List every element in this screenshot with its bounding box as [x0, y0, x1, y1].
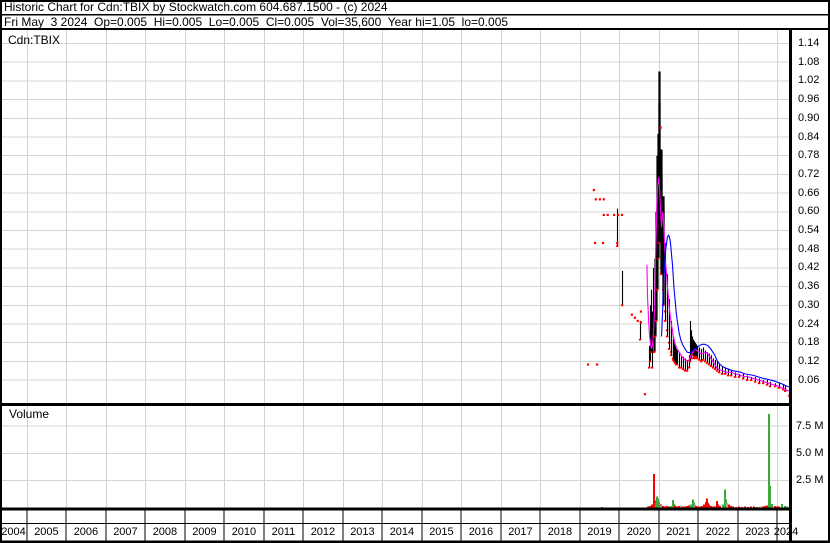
- gridlines: [2, 30, 789, 507]
- price-tick-label: 1.02: [798, 74, 820, 87]
- price-tick-label: 0.12: [798, 354, 820, 367]
- year-label: 2021: [666, 526, 691, 538]
- symbol-label: Cdn:TBIX: [8, 33, 61, 47]
- price-tick-label: 0.18: [798, 336, 820, 349]
- chart-canvas: [0, 0, 830, 543]
- price-tick-label: 1.14: [798, 37, 820, 49]
- year-label: 2011: [271, 526, 296, 538]
- year-label: 2016: [468, 526, 494, 538]
- price-tick-label: 0.06: [798, 373, 820, 386]
- year-label: 2018: [547, 526, 573, 538]
- volume-tick-label: 7.5 M: [796, 419, 824, 432]
- price-tick-label: 0.36: [798, 280, 820, 293]
- volume-bars: [601, 414, 788, 509]
- year-label: 2006: [73, 526, 99, 538]
- price-tick-label: 0.54: [798, 224, 820, 237]
- year-label: 2019: [587, 526, 612, 538]
- price-tick-label: 1.08: [798, 55, 820, 68]
- volume-panel-label: Volume: [9, 407, 50, 421]
- price-tick-label: 0.30: [798, 298, 820, 311]
- volume-tick-label: 5.0 M: [796, 446, 824, 459]
- year-label: 2004: [1, 526, 26, 538]
- price-tick-label: 0.42: [798, 261, 820, 274]
- moving-averages: [646, 177, 789, 392]
- price-bars: [615, 71, 791, 397]
- year-label: 2010: [231, 526, 257, 538]
- volume-tick-label: 2.5 M: [796, 474, 824, 487]
- price-tick-label: 0.48: [798, 242, 820, 255]
- year-label: 2008: [152, 526, 178, 538]
- price-tick-label: 0.84: [798, 130, 820, 143]
- price-tick-label: 0.66: [798, 186, 820, 199]
- historic-chart-window: Historic Chart for Cdn:TBIX by Stockwatc…: [0, 0, 830, 543]
- year-label: 2007: [113, 526, 138, 538]
- year-label: 2022: [705, 526, 731, 538]
- year-label: 2015: [429, 526, 454, 538]
- price-tick-label: 0.96: [798, 93, 820, 106]
- panel-borders: [0, 0, 830, 543]
- price-tick-label: 0.60: [798, 205, 820, 218]
- ma-fast-line: [646, 177, 789, 392]
- year-label: 2009: [192, 526, 217, 538]
- year-label: 2017: [508, 526, 533, 538]
- price-tick-label: 0.24: [798, 317, 820, 330]
- price-tick-label: 0.78: [798, 149, 820, 162]
- year-label: 2013: [350, 526, 375, 538]
- ma-slow-line: [660, 234, 789, 388]
- year-label: 2014: [389, 526, 415, 538]
- price-tick-label: 0.72: [798, 167, 820, 180]
- price-tick-label: 0.90: [798, 111, 820, 124]
- year-label: 2005: [34, 526, 59, 538]
- year-label: 2012: [310, 526, 336, 538]
- year-label: 2020: [626, 526, 652, 538]
- year-label: 2024: [773, 526, 799, 538]
